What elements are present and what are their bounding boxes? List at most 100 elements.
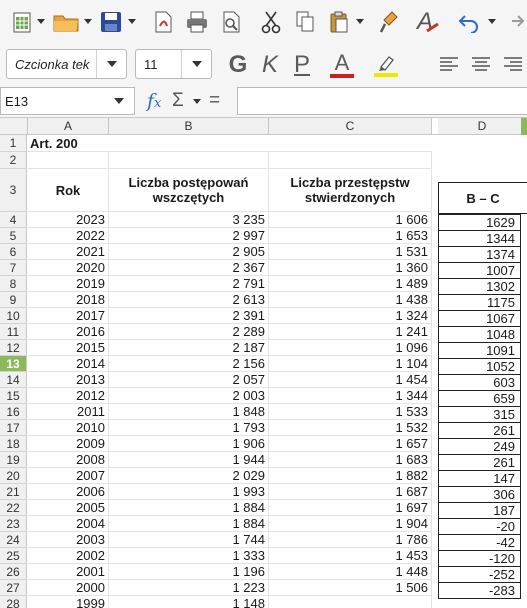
sum-dropdown-icon[interactable] [193, 99, 201, 104]
przestepstwa-cell[interactable] [269, 596, 432, 608]
header-rok[interactable]: Rok [28, 169, 109, 212]
empty-cell[interactable] [269, 152, 432, 169]
row-header-6[interactable]: 6 [0, 244, 27, 260]
przestepstwa-cell[interactable]: 1 454 [269, 372, 432, 388]
difference-cell[interactable]: 1629 [438, 214, 521, 231]
przestepstwa-cell[interactable]: 1 344 [269, 388, 432, 404]
difference-cell[interactable]: 1374 [438, 246, 521, 263]
postepowania-cell[interactable]: 1 848 [109, 404, 269, 420]
row-header-19[interactable]: 19 [0, 452, 27, 468]
postepowania-cell[interactable]: 1 196 [109, 564, 269, 580]
row-header-12[interactable]: 12 [0, 340, 27, 356]
postepowania-cell[interactable]: 2 187 [109, 340, 269, 356]
paste-icon[interactable] [326, 8, 352, 36]
row-header-18[interactable]: 18 [0, 436, 27, 452]
row-header-22[interactable]: 22 [0, 500, 27, 516]
przestepstwa-cell[interactable]: 1 448 [269, 564, 432, 580]
rok-cell[interactable]: 2002 [28, 548, 109, 564]
difference-cell[interactable]: 306 [438, 486, 521, 503]
postepowania-cell[interactable]: 3 235 [109, 212, 269, 228]
postepowania-cell[interactable]: 1 744 [109, 532, 269, 548]
row-header-11[interactable]: 11 [0, 324, 27, 340]
bold-button[interactable]: G [225, 50, 251, 80]
row-header-28[interactable]: 28 [0, 596, 27, 608]
difference-cell[interactable]: 1067 [438, 310, 521, 327]
postepowania-cell[interactable]: 1 223 [109, 580, 269, 596]
rok-cell[interactable]: 2010 [28, 420, 109, 436]
row-header-10[interactable]: 10 [0, 308, 27, 324]
difference-cell[interactable]: -120 [438, 550, 521, 567]
align-right-icon[interactable] [502, 50, 524, 80]
row-header-3[interactable]: 3 [0, 169, 27, 212]
difference-cell[interactable]: 1344 [438, 230, 521, 247]
rok-cell[interactable]: 2022 [28, 228, 109, 244]
postepowania-cell[interactable]: 2 156 [109, 356, 269, 372]
row-header-2[interactable]: 2 [0, 152, 27, 169]
postepowania-cell[interactable]: 2 791 [109, 276, 269, 292]
row-header-13[interactable]: 13 [0, 356, 27, 372]
row-header-26[interactable]: 26 [0, 564, 27, 580]
open-dropdown-icon[interactable] [84, 19, 92, 24]
przestepstwa-cell[interactable]: 1 653 [269, 228, 432, 244]
rok-cell[interactable]: 2014 [28, 356, 109, 372]
przestepstwa-cell[interactable]: 1 697 [269, 500, 432, 516]
align-left-icon[interactable] [438, 50, 460, 80]
przestepstwa-cell[interactable]: 1 324 [269, 308, 432, 324]
postepowania-cell[interactable]: 2 367 [109, 260, 269, 276]
underline-button[interactable]: P [289, 50, 315, 80]
postepowania-cell[interactable]: 1 884 [109, 516, 269, 532]
przestepstwa-cell[interactable]: 1 606 [269, 212, 432, 228]
przestepstwa-cell[interactable]: 1 096 [269, 340, 432, 356]
row-header-20[interactable]: 20 [0, 468, 27, 484]
postepowania-cell[interactable]: 2 003 [109, 388, 269, 404]
przestepstwa-cell[interactable]: 1 532 [269, 420, 432, 436]
rok-cell[interactable]: 2001 [28, 564, 109, 580]
name-box-dropdown-icon[interactable] [104, 88, 134, 114]
difference-cell[interactable]: 659 [438, 390, 521, 407]
sheet-title-cell[interactable]: Art. 200 [28, 135, 432, 152]
postepowania-cell[interactable]: 2 289 [109, 324, 269, 340]
undo-dropdown-icon[interactable] [488, 19, 496, 24]
difference-cell[interactable]: 603 [438, 374, 521, 391]
przestepstwa-cell[interactable]: 1 657 [269, 436, 432, 452]
font-name-value[interactable]: Czcionka tek [7, 57, 96, 72]
rok-cell[interactable]: 2015 [28, 340, 109, 356]
postepowania-cell[interactable]: 1 906 [109, 436, 269, 452]
difference-cell[interactable]: 1052 [438, 358, 521, 375]
difference-cell[interactable]: 261 [438, 454, 521, 471]
column-header-c[interactable]: C [269, 118, 432, 135]
przestepstwa-cell[interactable]: 1 104 [269, 356, 432, 372]
clone-formatting-icon[interactable] [376, 8, 402, 36]
przestepstwa-cell[interactable]: 1 241 [269, 324, 432, 340]
difference-cell[interactable]: 249 [438, 438, 521, 455]
new-dropdown-icon[interactable] [37, 19, 45, 24]
select-all-corner[interactable] [0, 118, 28, 135]
font-size-dropdown-icon[interactable] [181, 50, 211, 78]
formula-input[interactable] [237, 87, 527, 115]
formula-button[interactable]: = [209, 89, 220, 113]
column-header-d[interactable]: D [438, 118, 527, 135]
header-b-minus-c[interactable]: B – C [438, 182, 527, 214]
copy-icon[interactable] [292, 8, 318, 36]
column-header-b[interactable]: B [109, 118, 269, 135]
przestepstwa-cell[interactable]: 1 687 [269, 484, 432, 500]
row-header-5[interactable]: 5 [0, 228, 27, 244]
przestepstwa-cell[interactable]: 1 531 [269, 244, 432, 260]
font-name-combo[interactable]: Czcionka tek [6, 49, 127, 79]
row-header-15[interactable]: 15 [0, 388, 27, 404]
row-header-25[interactable]: 25 [0, 548, 27, 564]
przestepstwa-cell[interactable]: 1 904 [269, 516, 432, 532]
przestepstwa-cell[interactable]: 1 489 [269, 276, 432, 292]
rok-cell[interactable]: 2007 [28, 468, 109, 484]
przestepstwa-cell[interactable]: 1 683 [269, 452, 432, 468]
postepowania-cell[interactable]: 2 613 [109, 292, 269, 308]
print-icon[interactable] [184, 8, 210, 36]
difference-cell[interactable]: 315 [438, 406, 521, 423]
przestepstwa-cell[interactable]: 1 438 [269, 292, 432, 308]
difference-cell[interactable]: 1302 [438, 278, 521, 295]
rok-cell[interactable]: 1999 [28, 596, 109, 608]
row-header-1[interactable]: 1 [0, 135, 27, 152]
difference-cell[interactable]: 261 [438, 422, 521, 439]
rok-cell[interactable]: 2004 [28, 516, 109, 532]
empty-cell[interactable] [28, 152, 109, 169]
